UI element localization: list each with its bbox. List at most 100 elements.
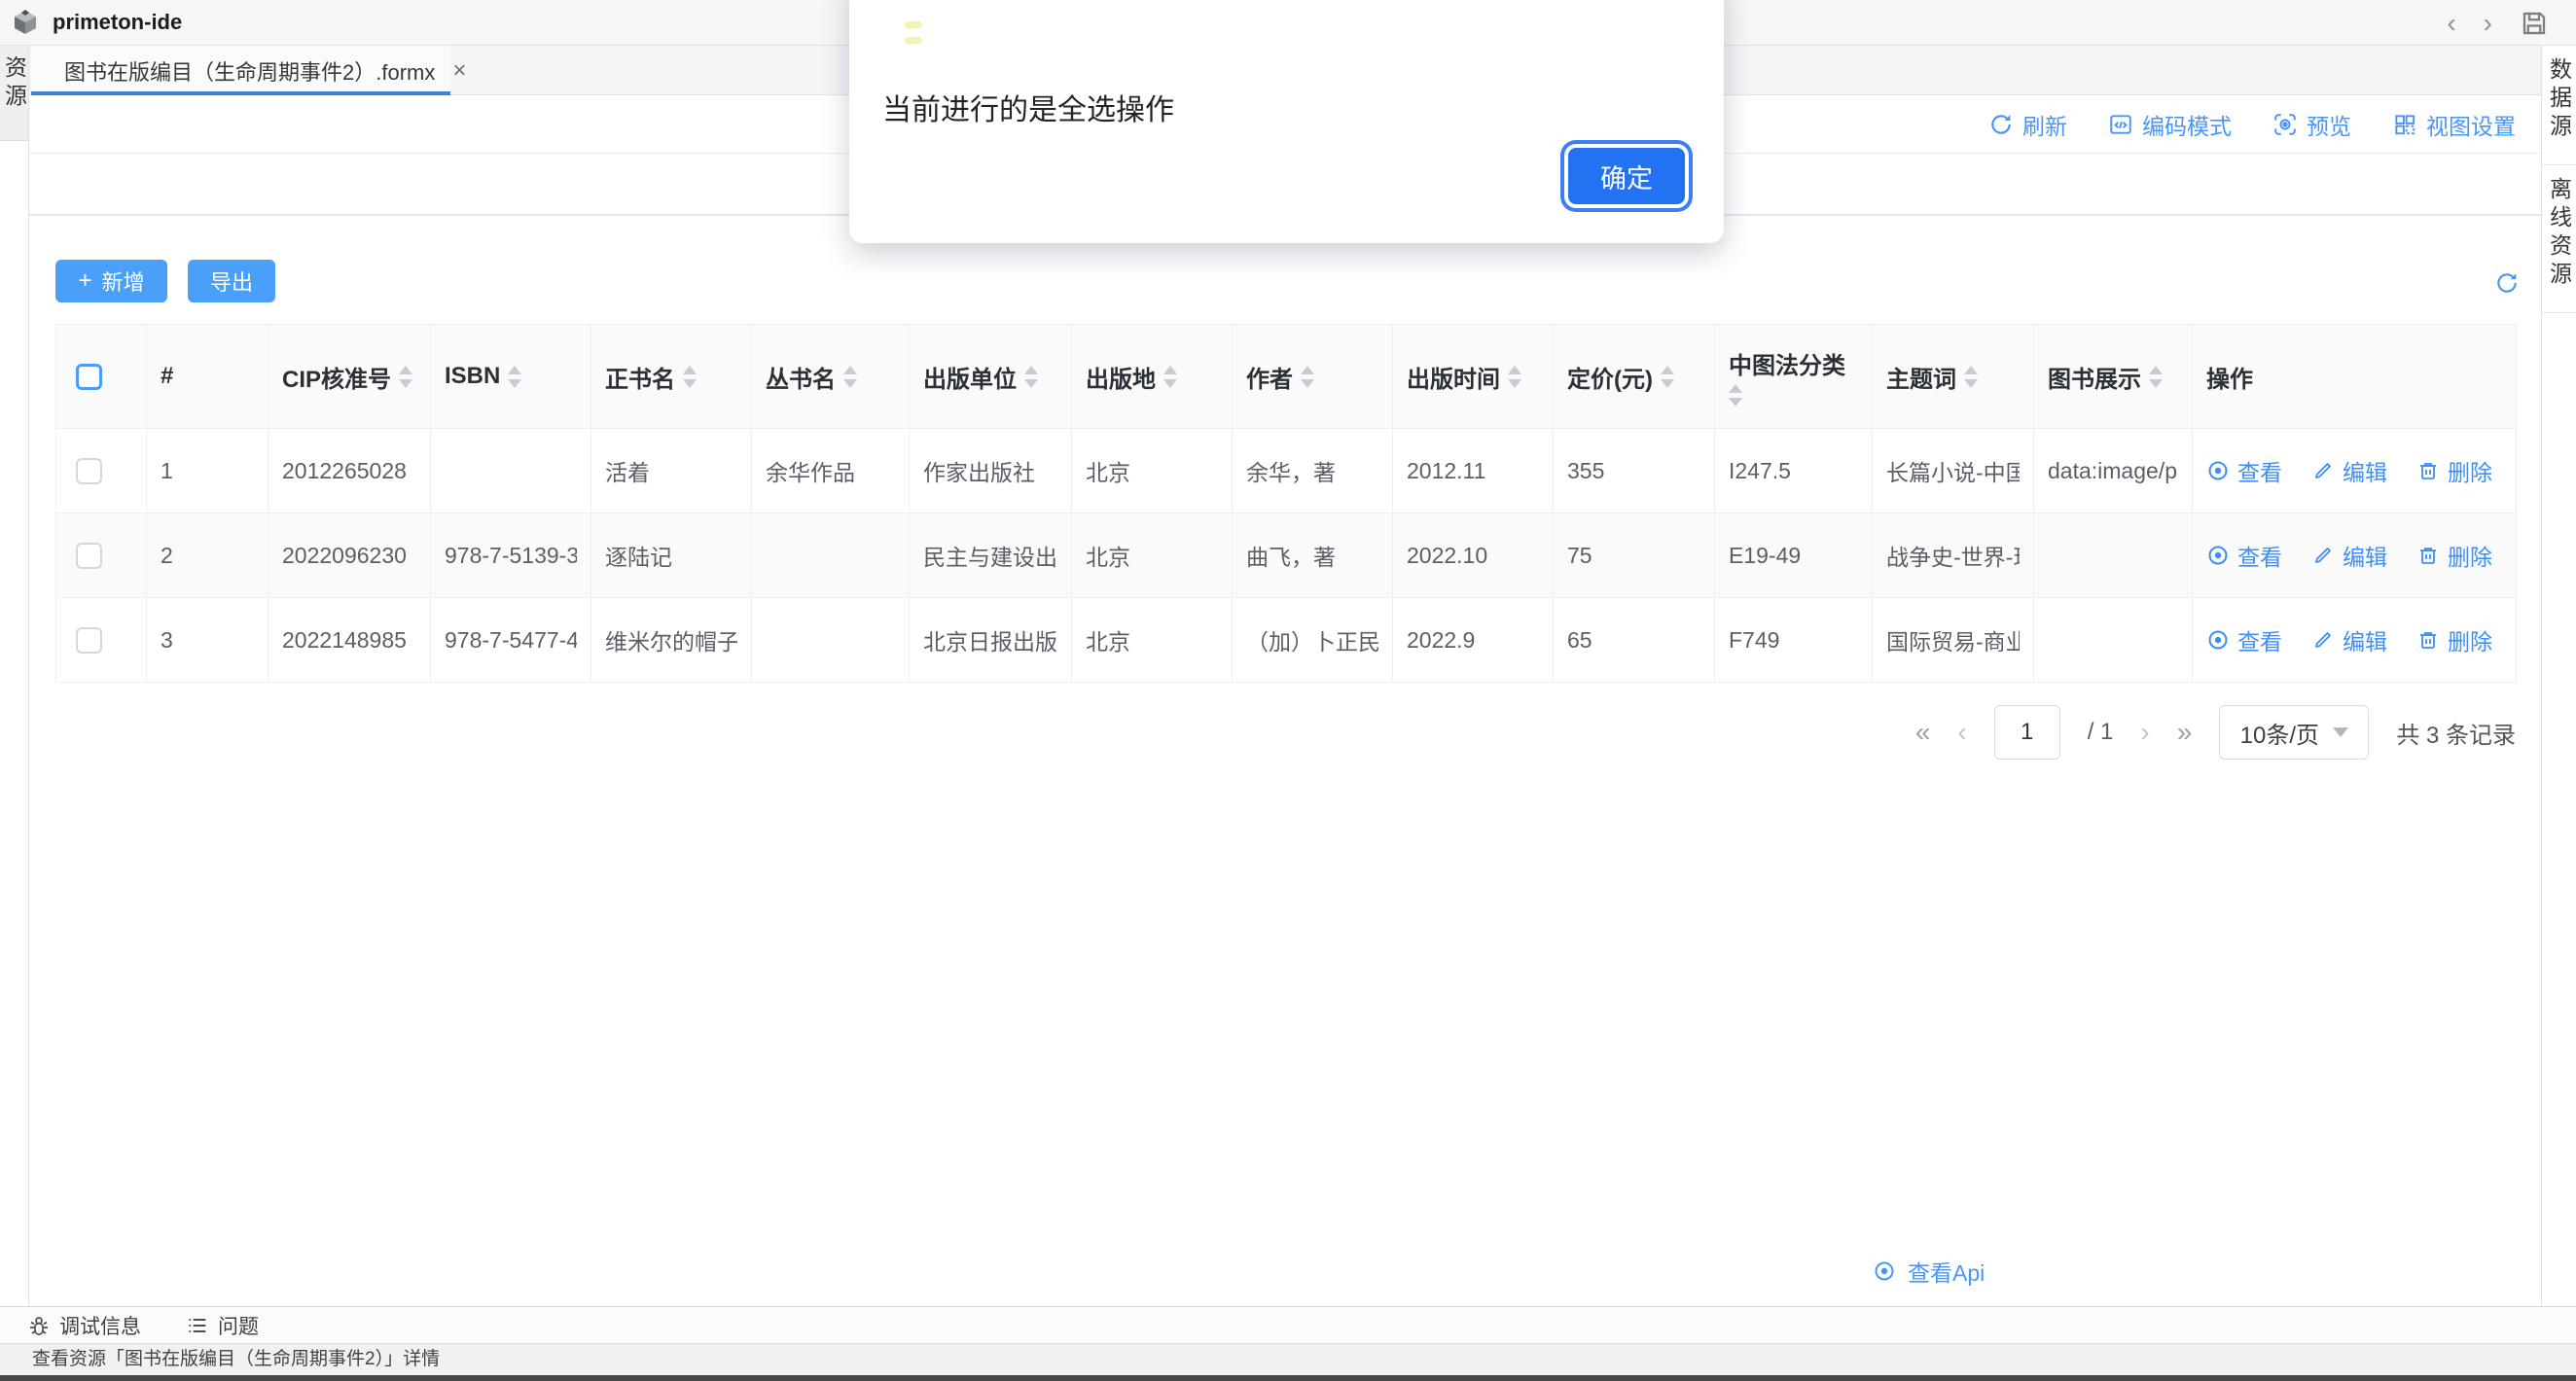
sort-icon[interactable] <box>683 366 697 388</box>
view-link[interactable]: 查看 <box>2206 623 2282 656</box>
tab-close-icon[interactable]: × <box>452 57 466 85</box>
col-cip[interactable]: CIP核准号 <box>268 325 431 429</box>
col-pubtime[interactable]: 出版时间 <box>1393 325 1554 429</box>
page-total: / 1 <box>2088 719 2114 746</box>
delete-link[interactable]: 删除 <box>2416 454 2492 487</box>
app-title: primeton-ide <box>53 10 182 35</box>
status-text: 查看资源「图书在版编目（生命周期事件2）」详情 <box>32 1349 440 1369</box>
grid-squares-icon <box>2392 112 2417 137</box>
current-page-input[interactable]: 1 <box>1994 705 2060 760</box>
col-place[interactable]: 出版地 <box>1072 325 1233 429</box>
confirm-button[interactable]: 确定 <box>1568 148 1685 204</box>
plus-icon: + <box>78 269 91 293</box>
edit-link[interactable]: 编辑 <box>2311 454 2387 487</box>
window-code-icon <box>2108 112 2133 137</box>
sort-icon[interactable] <box>2149 366 2163 388</box>
resources-label: 资源 <box>0 55 31 140</box>
delete-link[interactable]: 删除 <box>2416 539 2492 572</box>
eye-scan-icon <box>2272 112 2298 137</box>
preview-button[interactable]: 预览 <box>2272 108 2351 141</box>
app-logo-icon <box>10 7 41 38</box>
eye-icon <box>2206 628 2230 652</box>
trash-icon <box>2416 544 2440 567</box>
sort-icon[interactable] <box>399 366 412 388</box>
tab-form-editor[interactable]: 图书在版编目（生命周期事件2）.formx × <box>31 46 450 95</box>
table-header-row: # CIP核准号 ISBN 正书名 丛书名 出版单位 出版地 作者 出版时间 定… <box>56 325 2517 429</box>
prev-page-button[interactable]: ‹ <box>1957 717 1966 748</box>
pagination: « ‹ 1 / 1 › » 10条/页 共 3 条记录 <box>1915 703 2516 761</box>
pencil-icon <box>2311 459 2335 482</box>
list-icon <box>186 1314 209 1337</box>
bottom-panel-bar: 调试信息 问题 <box>0 1306 2576 1343</box>
books-table: # CIP核准号 ISBN 正书名 丛书名 出版单位 出版地 作者 出版时间 定… <box>55 324 2517 683</box>
nav-forward-icon[interactable]: › <box>2484 10 2492 37</box>
table-row: 2 2022096230 978-7-5139-38 逐陆记 民主与建设出版社 … <box>56 513 2517 598</box>
last-page-button[interactable]: » <box>2177 717 2193 748</box>
export-button[interactable]: 导出 <box>188 260 275 302</box>
faint-highlight-artifact <box>905 21 922 44</box>
edit-link[interactable]: 编辑 <box>2311 623 2387 656</box>
sort-icon[interactable] <box>1163 366 1177 388</box>
edit-link[interactable]: 编辑 <box>2311 539 2387 572</box>
refresh-icon <box>1988 112 2014 137</box>
col-actions: 操作 <box>2193 325 2517 429</box>
row-checkbox[interactable] <box>76 627 102 654</box>
col-display[interactable]: 图书展示 <box>2034 325 2193 429</box>
table-row: 1 2012265028 活着 余华作品 作家出版社 北京 余华，著 2012.… <box>56 429 2517 513</box>
sidebar-item-offline-resources[interactable]: 离线资源 <box>2542 165 2576 313</box>
select-all-checkbox[interactable] <box>76 364 102 390</box>
refresh-button[interactable]: 刷新 <box>1988 108 2067 141</box>
sort-icon[interactable] <box>1024 366 1038 388</box>
col-title[interactable]: 正书名 <box>591 325 752 429</box>
code-mode-button[interactable]: 编码模式 <box>2108 108 2232 141</box>
problems-button[interactable]: 问题 <box>186 1311 259 1340</box>
col-price[interactable]: 定价(元) <box>1554 325 1715 429</box>
row-checkbox[interactable] <box>76 543 102 569</box>
pencil-icon <box>2311 544 2335 567</box>
sidebar-item-datasource[interactable]: 数据源 <box>2542 46 2576 165</box>
page-size-select[interactable]: 10条/页 <box>2219 705 2369 760</box>
add-button[interactable]: + 新增 <box>55 260 167 302</box>
alert-dialog: 当前进行的是全选操作 确定 <box>849 0 1724 243</box>
view-link[interactable]: 查看 <box>2206 454 2282 487</box>
eye-icon <box>2206 459 2230 482</box>
row-checkbox[interactable] <box>76 458 102 484</box>
save-icon[interactable] <box>2520 9 2549 38</box>
first-page-button[interactable]: « <box>1915 717 1931 748</box>
sort-icon[interactable] <box>1964 366 1978 388</box>
right-sidebar: 数据源 离线资源 <box>2541 46 2576 1343</box>
tab-label: 图书在版编目（生命周期事件2）.formx <box>64 55 435 87</box>
sort-icon[interactable] <box>1729 384 1742 407</box>
sidebar-item-resources[interactable]: 资源 <box>0 46 28 141</box>
sort-icon[interactable] <box>1301 366 1314 388</box>
col-series[interactable]: 丛书名 <box>752 325 910 429</box>
dialog-message: 当前进行的是全选操作 <box>882 86 1174 128</box>
view-settings-button[interactable]: 视图设置 <box>2392 108 2516 141</box>
next-page-button[interactable]: › <box>2140 717 2149 748</box>
trash-icon <box>2416 459 2440 482</box>
view-link[interactable]: 查看 <box>2206 539 2282 572</box>
col-isbn[interactable]: ISBN <box>431 325 591 429</box>
status-bar: 查看资源「图书在版编目（生命周期事件2）」详情 <box>0 1343 2576 1375</box>
left-sidebar: 资源 <box>0 46 29 1343</box>
total-records: 共 3 条记录 <box>2396 716 2516 750</box>
eye-icon <box>1873 1259 1896 1283</box>
table-refresh-icon[interactable] <box>2494 270 2520 296</box>
nav-back-icon[interactable]: ‹ <box>2447 10 2455 37</box>
col-publisher[interactable]: 出版单位 <box>910 325 1072 429</box>
sort-icon[interactable] <box>1661 366 1674 388</box>
chevron-down-icon <box>2333 727 2348 737</box>
pencil-icon <box>2311 628 2335 652</box>
col-clc[interactable]: 中图法分类 <box>1715 325 1873 429</box>
sort-icon[interactable] <box>508 366 521 388</box>
debug-info-button[interactable]: 调试信息 <box>27 1311 141 1340</box>
col-keywords[interactable]: 主题词 <box>1873 325 2034 429</box>
col-index: # <box>147 325 268 429</box>
delete-link[interactable]: 删除 <box>2416 623 2492 656</box>
bug-icon <box>27 1314 51 1337</box>
sort-icon[interactable] <box>843 366 857 388</box>
table-row: 3 2022148985 978-7-5477-43 维米尔的帽子 北京日报出版… <box>56 598 2517 683</box>
view-api-link[interactable]: 查看Api <box>1873 1255 1985 1288</box>
col-author[interactable]: 作者 <box>1233 325 1393 429</box>
sort-icon[interactable] <box>1508 366 1521 388</box>
